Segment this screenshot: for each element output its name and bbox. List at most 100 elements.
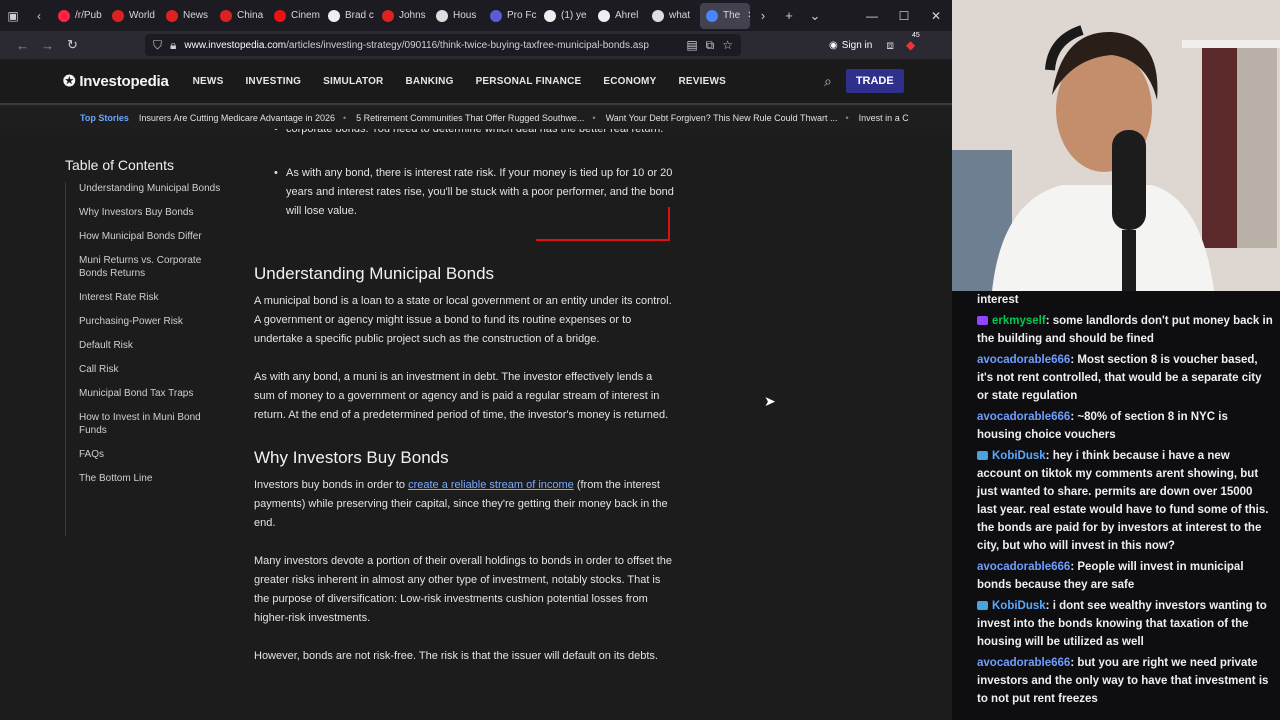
shield-icon[interactable]: ⛉: [153, 38, 162, 53]
toc-item[interactable]: Call Risk: [79, 363, 225, 376]
chat-username[interactable]: avocadorable666: [977, 561, 1070, 573]
toc-item[interactable]: Purchasing-Power Risk: [79, 315, 225, 328]
sign-in-button[interactable]: ◉ Sign in: [829, 40, 872, 51]
toc-item[interactable]: Interest Rate Risk: [79, 291, 225, 304]
bullet-partial: corporate bonds. You need to determine w…: [274, 129, 674, 158]
url-bar[interactable]: ⛉ 🔒︎ www.investopedia.com/articles/inves…: [145, 34, 741, 56]
trade-button[interactable]: TRADE: [845, 69, 904, 93]
toc-item[interactable]: Municipal Bond Tax Traps: [79, 387, 225, 400]
toc-item[interactable]: Why Investors Buy Bonds: [79, 206, 225, 219]
sign-in-label: Sign in: [841, 39, 873, 51]
navigation-bar: ← → ↻ ⛉ 🔒︎ www.investopedia.com/articles…: [0, 31, 952, 59]
tab-favicon-icon: [112, 9, 124, 22]
tab-scroll-left-icon[interactable]: ‹: [26, 9, 52, 23]
tab-scroll-right-icon[interactable]: ›: [750, 8, 776, 23]
nav-item-economy[interactable]: ECONOMY: [603, 76, 656, 87]
toc-list: Understanding Municipal Bonds Why Investo…: [65, 182, 225, 536]
top-story-link[interactable]: Want Your Debt Forgiven? This New Rule C…: [606, 113, 838, 123]
url-text[interactable]: www.investopedia.com/articles/investing-…: [184, 40, 678, 51]
chat-username[interactable]: KobiDusk: [992, 450, 1046, 462]
story-separator: •: [592, 113, 596, 123]
nav-item-simulator[interactable]: SIMULATOR: [323, 76, 383, 87]
paragraph-muni-investment: As with any bond, a muni is an investmen…: [254, 371, 669, 421]
nav-item-reviews[interactable]: REVIEWS: [678, 76, 726, 87]
browser-tab[interactable]: Brad c: [322, 3, 376, 29]
lock-icon[interactable]: 🔒︎: [170, 38, 176, 53]
reload-icon[interactable]: ↻: [60, 37, 85, 53]
stream-chat: interest erkmyself: some landlords don't …: [952, 291, 1280, 720]
tab-label: News: [183, 10, 209, 21]
browser-tab[interactable]: (1) ye: [538, 3, 592, 29]
chat-message: KobiDusk: hey i think because i have a n…: [977, 447, 1274, 555]
toc-item[interactable]: Default Risk: [79, 339, 225, 352]
bookmark-star-icon[interactable]: ☆: [722, 38, 733, 52]
browser-tab[interactable]: Pro Fc: [484, 3, 538, 29]
tab-list-icon[interactable]: ▣: [0, 9, 26, 23]
reader-view-icon[interactable]: ▤: [686, 38, 697, 52]
toc-item[interactable]: The Bottom Line: [79, 472, 225, 485]
chat-text: interest: [977, 294, 1019, 306]
chat-username[interactable]: KobiDusk: [992, 600, 1046, 612]
browser-tab[interactable]: China: [214, 3, 268, 29]
browser-tab[interactable]: Ahrel: [592, 3, 646, 29]
maximize-icon[interactable]: ☐: [888, 9, 920, 23]
nav-item-personal-finance[interactable]: PERSONAL FINANCE: [476, 76, 582, 87]
tab-label: The: [723, 10, 741, 21]
chat-message: avocadorable666: but you are right we ne…: [977, 654, 1274, 708]
screenshot-icon[interactable]: ⧉: [706, 38, 715, 53]
top-stories-label: Top Stories: [80, 113, 129, 123]
site-logo[interactable]: ✪︎ Investopedia: [63, 72, 169, 90]
browser-tab[interactable]: Cinem: [268, 3, 322, 29]
browser-tab[interactable]: Johns: [376, 3, 430, 29]
nav-item-investing[interactable]: INVESTING: [245, 76, 301, 87]
close-window-icon[interactable]: ✕: [920, 9, 952, 23]
chat-username[interactable]: avocadorable666: [977, 354, 1070, 366]
reliable-income-link[interactable]: create a reliable stream of income: [408, 479, 574, 491]
tab-favicon-icon: [598, 9, 610, 22]
tab-favicon-icon: [58, 9, 70, 22]
browser-tab[interactable]: /r/Pub: [52, 3, 106, 29]
heading-why-investors: Why Investors Buy Bonds: [254, 448, 449, 467]
tab-label: Hous: [453, 10, 477, 21]
tab-favicon-icon: [490, 9, 502, 22]
nav-item-news[interactable]: NEWS: [193, 76, 224, 87]
top-story-link[interactable]: 5 Retirement Communities That Offer Rugg…: [356, 113, 584, 123]
tab-label: what: [669, 10, 691, 21]
tab-strip: ▣ ‹ /r/Pub World News China Cinem Brad c Johns…: [0, 0, 952, 31]
paragraph-why-buy-pre: Investors buy bonds in order to: [254, 479, 409, 491]
top-story-link[interactable]: Insurers Are Cutting Medicare Advantage …: [139, 113, 335, 123]
tab-overflow-icon[interactable]: ⌄: [802, 8, 828, 24]
tab-label: Ahrel: [615, 10, 639, 21]
back-icon[interactable]: ←: [10, 38, 35, 53]
chat-username[interactable]: erkmyself: [992, 315, 1046, 327]
top-story-link[interactable]: Invest in a C: [859, 113, 909, 123]
chat-message: KobiDusk: i dont see wealthy investors w…: [977, 597, 1274, 651]
toc-item[interactable]: How Municipal Bonds Differ: [79, 230, 225, 243]
url-host: www.investopedia.com: [184, 39, 287, 51]
chat-username[interactable]: avocadorable666: [977, 657, 1070, 669]
toc-item[interactable]: Muni Returns vs. Corporate Bonds Returns: [79, 254, 225, 280]
nav-item-banking[interactable]: BANKING: [405, 76, 453, 87]
tab-label: Brad c: [345, 10, 374, 21]
minimize-icon[interactable]: —: [856, 9, 888, 23]
tab-favicon-icon: [652, 9, 664, 22]
tab-label: (1) ye: [561, 10, 587, 21]
mouse-cursor-icon: ➤: [764, 393, 776, 409]
extensions-icon[interactable]: ⧈: [886, 38, 894, 53]
browser-tab[interactable]: Hous: [430, 3, 484, 29]
extension-badge-icon[interactable]: ◆ 45: [906, 32, 920, 52]
browser-tab[interactable]: News: [160, 3, 214, 29]
forward-icon[interactable]: →: [35, 38, 60, 53]
browser-tab[interactable]: World: [106, 3, 160, 29]
table-of-contents: Table of Contents Understanding Municipa…: [65, 157, 225, 536]
toc-item[interactable]: How to Invest in Muni Bond Funds: [79, 411, 225, 437]
toc-item[interactable]: FAQs: [79, 448, 225, 461]
chat-username[interactable]: avocadorable666: [977, 411, 1070, 423]
browser-tab[interactable]: what: [646, 3, 700, 29]
toc-item[interactable]: Understanding Municipal Bonds: [79, 182, 225, 195]
webcam-feed: [952, 0, 1280, 291]
logo-mark-icon: ✪︎: [63, 73, 80, 90]
browser-tab[interactable]: The✕: [700, 2, 750, 29]
search-icon[interactable]: ⌕: [824, 73, 832, 90]
new-tab-icon[interactable]: +: [776, 8, 802, 23]
